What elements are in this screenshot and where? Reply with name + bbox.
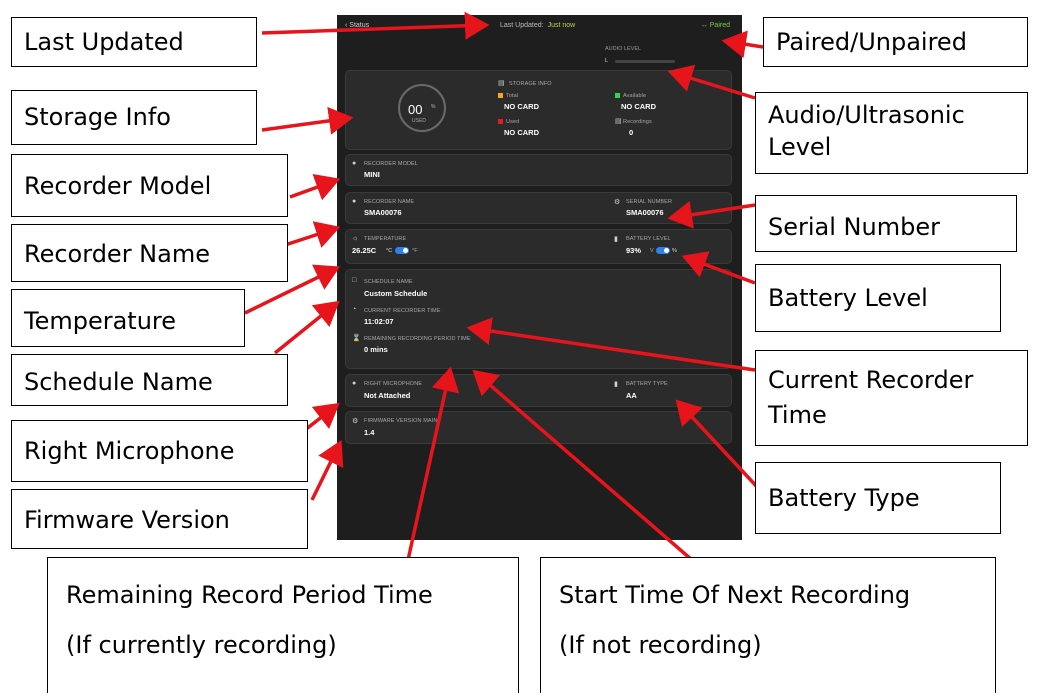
arrow-start-next (472, 369, 694, 562)
callout-last-updated: Last Updated (11, 17, 257, 67)
callout-storage-info: Storage Info (11, 90, 257, 145)
callout-text: Schedule Name (24, 368, 213, 396)
callout-text-line2: Level (768, 133, 832, 162)
arrow-audio-level (667, 64, 756, 100)
callout-text-line2: (If not recording) (559, 631, 762, 660)
arrow-storage-info (261, 106, 354, 135)
arrow-firmware-version (310, 439, 344, 501)
callout-temperature: Temperature (11, 289, 245, 347)
callout-start-next: Start Time Of Next Recording (If not reco… (540, 557, 996, 693)
arrow-recorder-model (289, 173, 341, 201)
arrow-paired (721, 30, 764, 59)
callout-recorder-model: Recorder Model (11, 154, 288, 217)
arrow-right-microphone (303, 402, 340, 432)
arrow-battery-level (681, 251, 756, 285)
arrow-current-time (466, 317, 756, 372)
callout-text: Paired/Unpaired (776, 28, 967, 56)
callout-text: Storage Info (24, 103, 171, 131)
callout-battery-type: Battery Type (755, 462, 1001, 534)
callout-paired: Paired/Unpaired (763, 17, 1028, 67)
arrow-battery-type (675, 399, 762, 492)
callout-battery-level: Battery Level (755, 264, 1001, 332)
arrow-remaining-time (406, 366, 460, 561)
callout-recorder-name: Recorder Name (11, 224, 288, 282)
callout-text: Recorder Model (24, 172, 212, 200)
callout-audio-level: Audio/Ultrasonic Level (755, 92, 1028, 174)
callout-text: Serial Number (768, 213, 940, 241)
callout-text: Recorder Name (24, 240, 210, 268)
callout-text: Audio/Ultrasonic (768, 101, 965, 129)
callout-text: Right Microphone (24, 437, 235, 465)
callout-text: Battery Type (768, 484, 920, 512)
callout-serial-number: Serial Number (755, 195, 1017, 252)
callout-text: Start Time Of Next Recording (559, 581, 911, 609)
callout-text-line2: (If currently recording) (66, 631, 337, 660)
callout-remaining-time: Remaining Record Period Time (If currentl… (47, 557, 519, 693)
callout-text: Firmware Version (24, 506, 230, 534)
callout-right-microphone: Right Microphone (11, 420, 308, 482)
callout-text: Last Updated (24, 28, 184, 56)
arrow-recorder-name (284, 221, 341, 248)
arrow-serial-number (667, 200, 756, 229)
callout-text: Temperature (24, 307, 177, 335)
arrow-last-updated (261, 11, 490, 40)
callout-schedule-name: Schedule Name (11, 354, 288, 406)
callout-current-time: Current Recorder Time (755, 350, 1028, 446)
callout-text: Current Recorder (768, 366, 974, 394)
callout-text: Remaining Record Period Time (66, 581, 433, 609)
callout-text: Battery Level (768, 284, 928, 312)
callout-text-line2: Time (768, 400, 827, 429)
arrow-schedule-name (273, 300, 340, 355)
callout-firmware-version: Firmware Version (11, 489, 308, 549)
